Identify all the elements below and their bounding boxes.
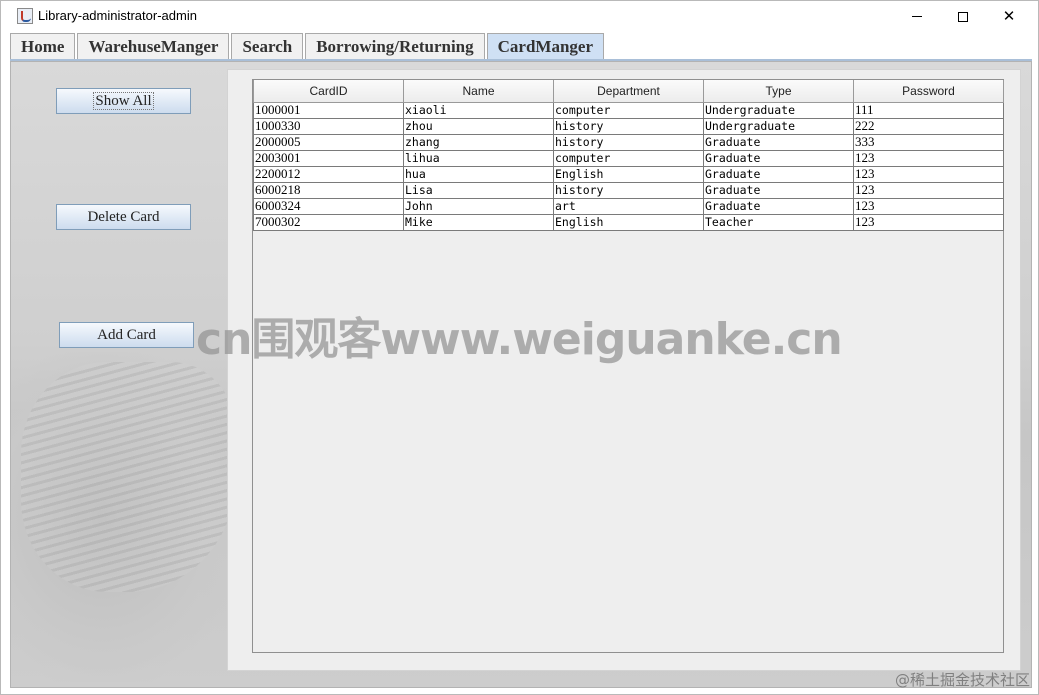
cell-department[interactable]: history [553, 181, 704, 199]
close-icon: ✕ [1002, 7, 1016, 25]
cell-password[interactable]: 123 [853, 213, 1004, 231]
tab-borrowing-returning[interactable]: Borrowing/Returning [305, 33, 485, 59]
minimize-icon [912, 16, 922, 17]
watermark-text: cn围观客www.weiguanke.cn [196, 314, 843, 365]
cell-password[interactable]: 123 [853, 149, 1004, 167]
cell-cardid[interactable]: 1000330 [253, 117, 404, 135]
cell-type[interactable]: Graduate [703, 149, 854, 167]
card-manager-panel: Show All Delete Card Add Card CardID Nam… [10, 61, 1032, 688]
cell-name[interactable]: zhang [403, 133, 554, 151]
background-image-texture [21, 362, 236, 592]
cell-name[interactable]: xiaoli [403, 101, 554, 119]
column-header-password[interactable]: Password [853, 80, 1004, 103]
cell-password[interactable]: 222 [853, 117, 1004, 135]
table-row[interactable]: 7000302 Mike English Teacher 123 [253, 213, 1004, 231]
corner-watermark: @稀土掘金技术社区 [894, 671, 1030, 689]
cell-type[interactable]: Graduate [703, 165, 854, 183]
tab-card-manager[interactable]: CardManger [486, 33, 604, 59]
card-table: CardID Name Department Type Password 100… [253, 80, 1004, 231]
cell-type[interactable]: Graduate [703, 133, 854, 151]
cell-type[interactable]: Graduate [703, 197, 854, 215]
table-row[interactable]: 6000324 John art Graduate 123 [253, 197, 1004, 215]
cell-cardid[interactable]: 7000302 [253, 213, 404, 231]
maximize-button[interactable] [940, 1, 986, 32]
maximize-icon [958, 11, 968, 22]
cell-password[interactable]: 111 [853, 101, 1004, 119]
cell-type[interactable]: Undergraduate [703, 101, 854, 119]
table-row[interactable]: 2200012 hua English Graduate 123 [253, 165, 1004, 183]
cell-department[interactable]: history [553, 133, 704, 151]
cell-cardid[interactable]: 2200012 [253, 165, 404, 183]
show-all-label: Show All [93, 92, 154, 110]
cell-name[interactable]: Lisa [403, 181, 554, 199]
cell-type[interactable]: Undergraduate [703, 117, 854, 135]
cell-password[interactable]: 123 [853, 181, 1004, 199]
tab-home[interactable]: Home [10, 33, 76, 59]
cell-department[interactable]: art [553, 197, 704, 215]
table-row[interactable]: 2003001 lihua computer Graduate 123 [253, 149, 1004, 167]
column-header-department[interactable]: Department [553, 80, 704, 103]
tab-warehouse-manager[interactable]: WarehuseManger [77, 33, 230, 59]
cell-department[interactable]: computer [553, 149, 704, 167]
title-bar[interactable]: Library-administrator-admin ✕ [1, 1, 1038, 32]
cell-department[interactable]: English [553, 165, 704, 183]
table-header-row: CardID Name Department Type Password [253, 80, 1004, 103]
table-container: CardID Name Department Type Password 100… [227, 69, 1021, 671]
cell-cardid[interactable]: 2003001 [253, 149, 404, 167]
close-button[interactable]: ✕ [986, 1, 1032, 32]
column-header-name[interactable]: Name [403, 80, 554, 103]
cell-cardid[interactable]: 1000001 [253, 101, 404, 119]
table-row[interactable]: 2000005 zhang history Graduate 333 [253, 133, 1004, 151]
cell-type[interactable]: Graduate [703, 181, 854, 199]
app-window: Library-administrator-admin ✕ Home Wareh… [0, 0, 1039, 695]
cell-password[interactable]: 123 [853, 165, 1004, 183]
cell-department[interactable]: history [553, 117, 704, 135]
column-header-type[interactable]: Type [703, 80, 854, 103]
delete-card-button[interactable]: Delete Card [56, 204, 191, 230]
column-header-cardid[interactable]: CardID [253, 80, 404, 103]
cell-type[interactable]: Teacher [703, 213, 854, 231]
cell-name[interactable]: Mike [403, 213, 554, 231]
table-row[interactable]: 1000001 xiaoli computer Undergraduate 11… [253, 101, 1004, 119]
table-row[interactable]: 1000330 zhou history Undergraduate 222 [253, 117, 1004, 135]
minimize-button[interactable] [894, 1, 940, 32]
cell-department[interactable]: computer [553, 101, 704, 119]
cell-name[interactable]: John [403, 197, 554, 215]
tab-search[interactable]: Search [231, 33, 304, 59]
cell-cardid[interactable]: 2000005 [253, 133, 404, 151]
cell-name[interactable]: zhou [403, 117, 554, 135]
window-title: Library-administrator-admin [38, 8, 197, 23]
add-card-button[interactable]: Add Card [59, 322, 194, 348]
cell-name[interactable]: lihua [403, 149, 554, 167]
cell-department[interactable]: English [553, 213, 704, 231]
show-all-button[interactable]: Show All [56, 88, 191, 114]
cell-password[interactable]: 123 [853, 197, 1004, 215]
cell-password[interactable]: 333 [853, 133, 1004, 151]
tab-bar: Home WarehuseManger Search Borrowing/Ret… [10, 33, 606, 59]
cell-cardid[interactable]: 6000218 [253, 181, 404, 199]
cell-name[interactable]: hua [403, 165, 554, 183]
java-app-icon [17, 8, 33, 24]
cell-cardid[interactable]: 6000324 [253, 197, 404, 215]
table-row[interactable]: 6000218 Lisa history Graduate 123 [253, 181, 1004, 199]
